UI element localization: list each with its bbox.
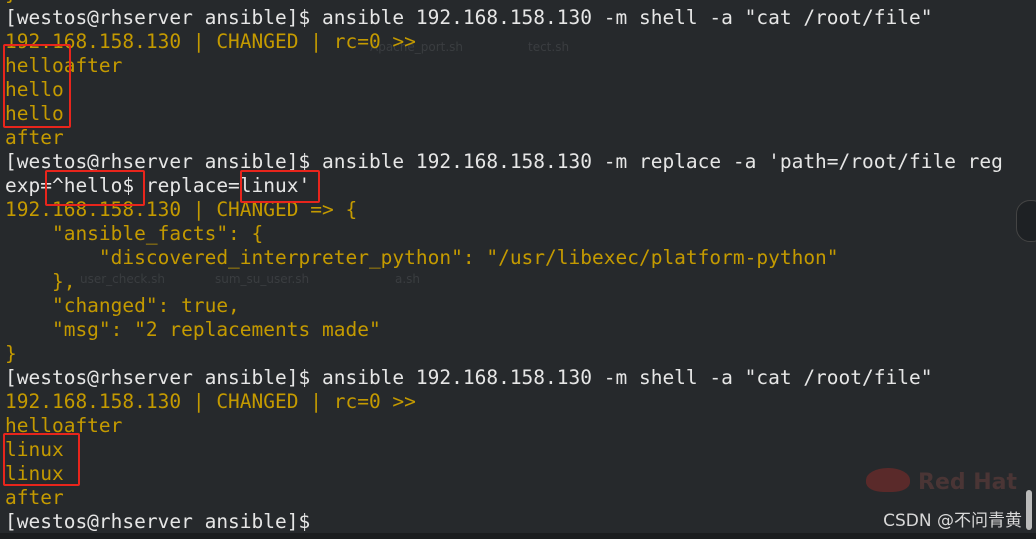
csdn-watermark: CSDN @不问青黄 bbox=[883, 511, 1022, 531]
highlight-box bbox=[45, 170, 145, 206]
output-line: 192.168.158.130 | CHANGED | rc=0 >> bbox=[5, 30, 416, 53]
highlight-box bbox=[240, 170, 320, 203]
command-line: [westos@rhserver ansible]$ ansible 192.1… bbox=[5, 6, 933, 29]
output-line: hello bbox=[5, 102, 64, 125]
command-line: [westos@rhserver ansible]$ ansible 192.1… bbox=[5, 150, 1003, 173]
output-line: 192.168.158.130 | CHANGED | rc=0 >> bbox=[5, 390, 416, 413]
command-line: [westos@rhserver ansible]$ ansible 192.1… bbox=[5, 366, 933, 389]
output-line: 192.168.158.130 | CHANGED => { bbox=[5, 198, 358, 221]
output-line: helloafter bbox=[5, 54, 123, 77]
command-line: [westos@rhserver ansible]$ bbox=[5, 510, 311, 533]
command-line: exp=^hello$ replace=linux' bbox=[5, 174, 311, 197]
output-line: } bbox=[5, 342, 17, 365]
terminal-output[interactable]: }[westos@rhserver ansible]$ ansible 192.… bbox=[5, 0, 1003, 534]
output-line: after bbox=[5, 486, 64, 509]
output-line: after bbox=[5, 126, 64, 149]
scrollbar[interactable] bbox=[1026, 490, 1032, 530]
highlight-box bbox=[3, 433, 80, 486]
output-line: linux bbox=[5, 462, 64, 485]
output-line: }, bbox=[5, 270, 76, 293]
output-line: "discovered_interpreter_python": "/usr/l… bbox=[5, 246, 839, 269]
output-line: "changed": true, bbox=[5, 294, 240, 317]
output-line: "msg": "2 replacements made" bbox=[5, 318, 381, 341]
output-line: helloafter bbox=[5, 414, 123, 437]
output-line: "ansible_facts": { bbox=[5, 222, 264, 245]
highlight-box bbox=[3, 44, 71, 128]
output-line: linux bbox=[5, 438, 64, 461]
bottom-bar bbox=[0, 533, 1036, 539]
output-line: hello bbox=[5, 78, 64, 101]
scroll-nav-button[interactable] bbox=[1016, 200, 1036, 242]
